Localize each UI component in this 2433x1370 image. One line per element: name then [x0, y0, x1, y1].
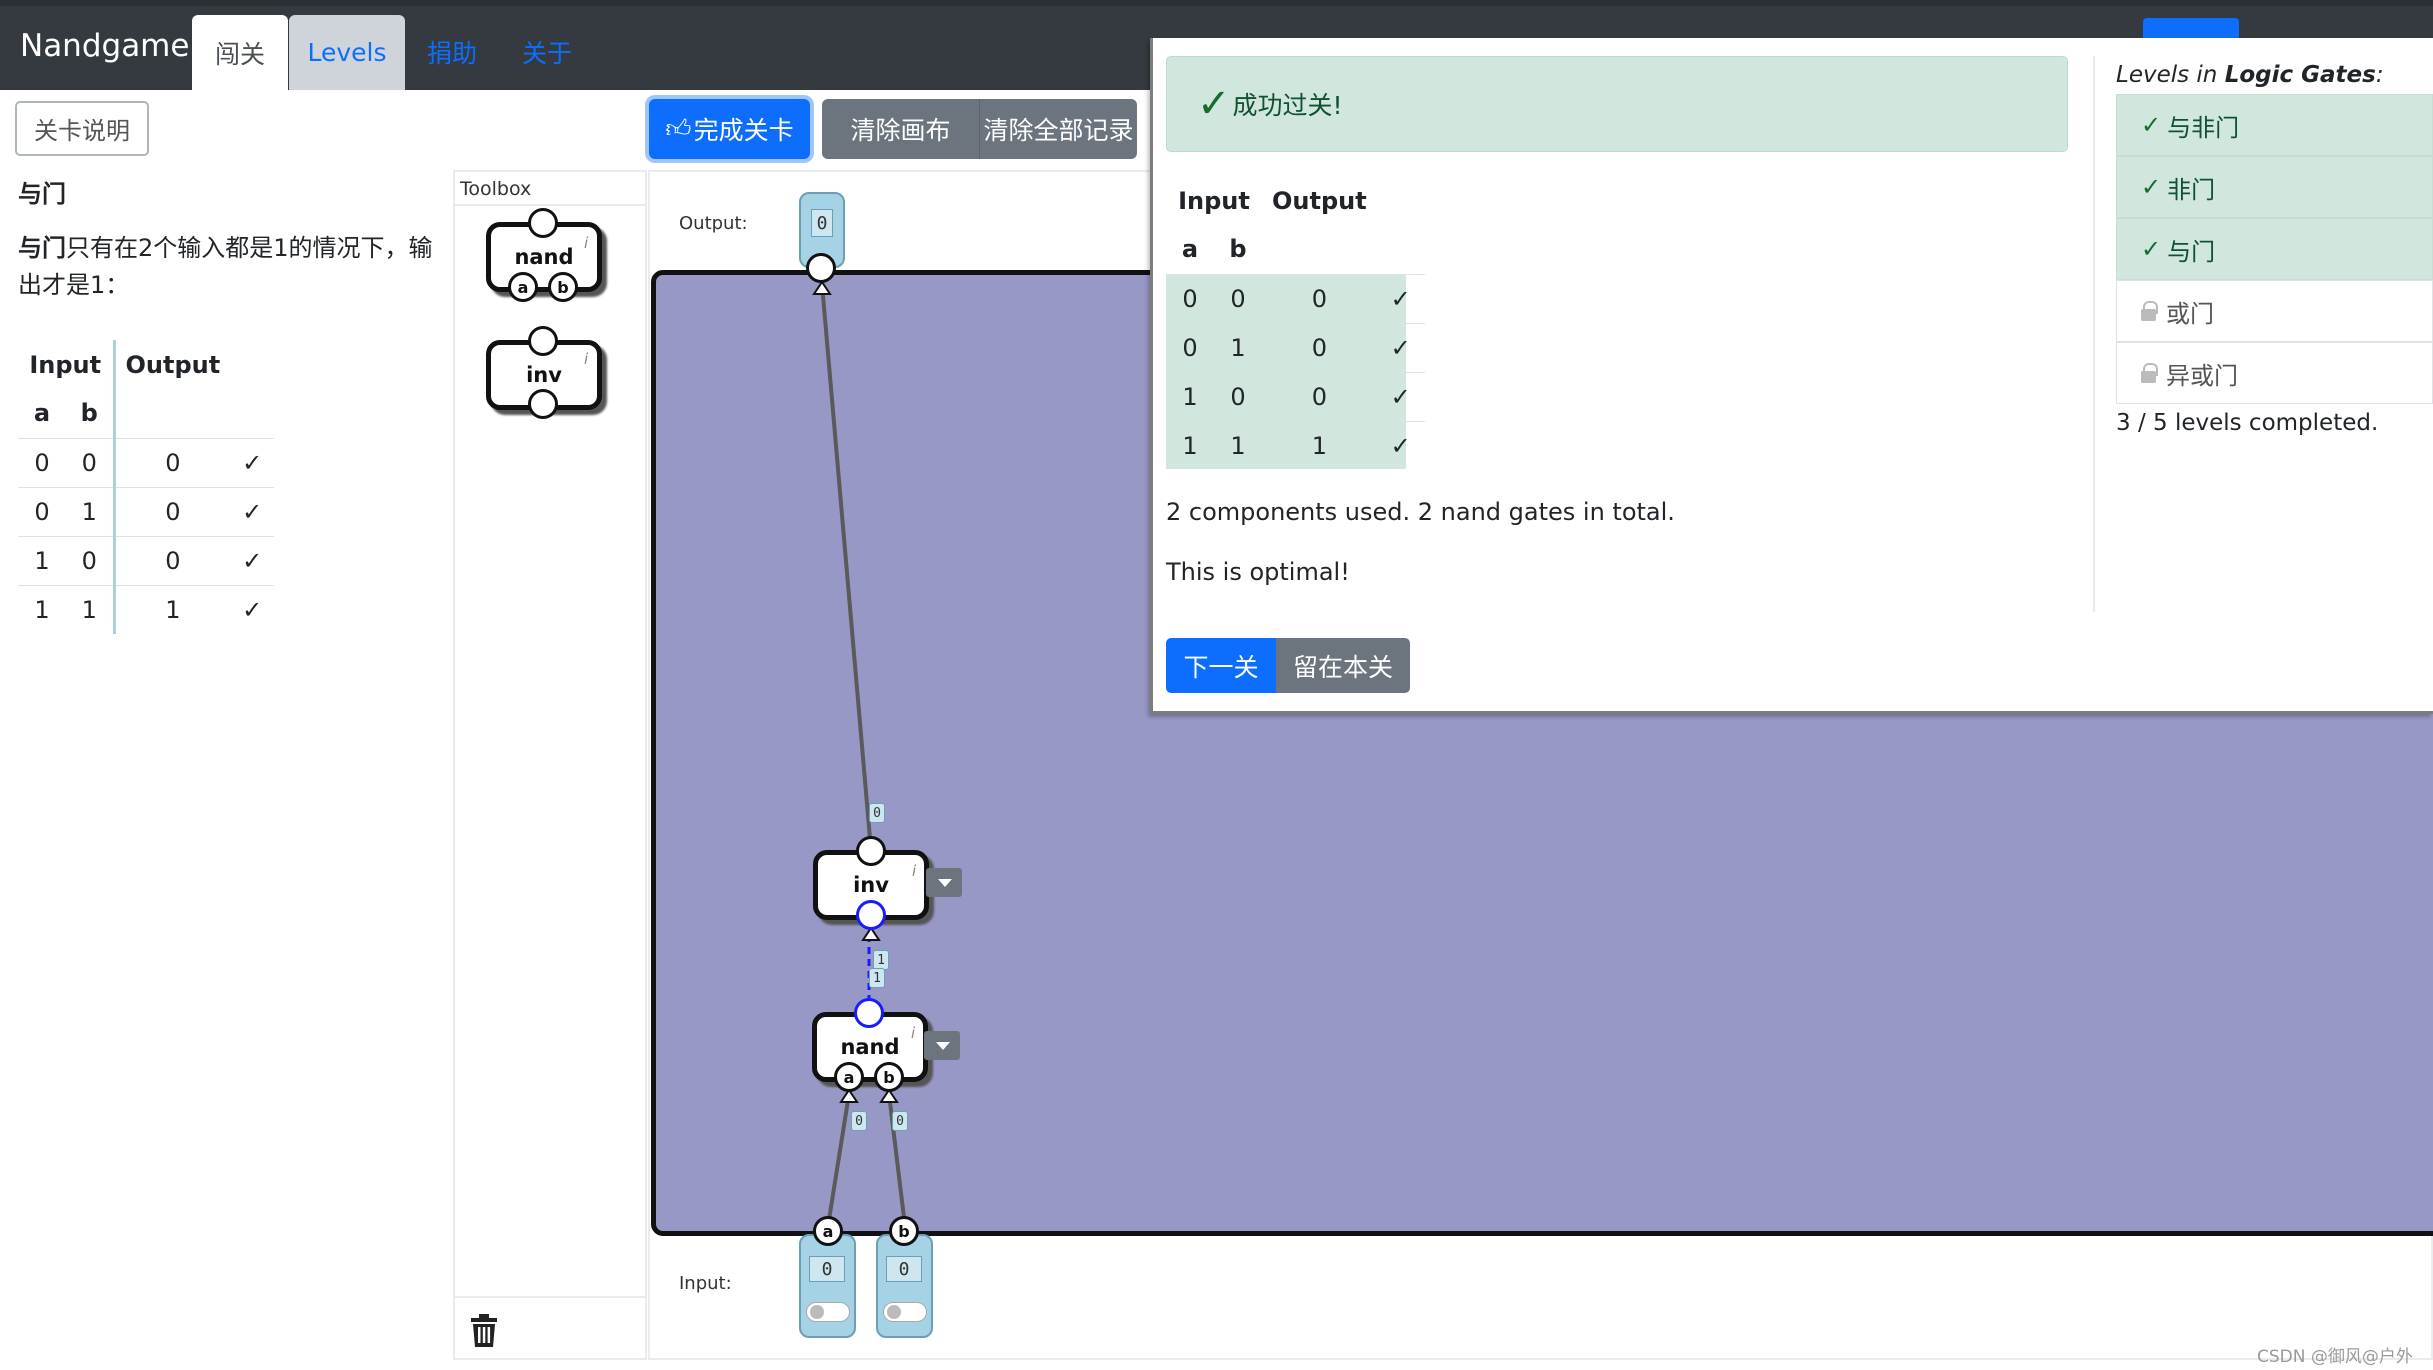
table-cell: 0	[1262, 371, 1377, 421]
levels-completed-count: 3 / 5 levels completed.	[2116, 410, 2379, 436]
level-item-or[interactable]: 或门	[2116, 280, 2433, 342]
table-cell: 0	[1166, 273, 1214, 323]
table-row: 0 1 0 ✓	[1166, 322, 1425, 372]
check-icon: ✓	[1376, 273, 1425, 323]
table-cell: 0	[1214, 273, 1262, 323]
wire-value-label: 1	[869, 968, 885, 988]
table-cell: 0	[1262, 273, 1377, 323]
level-item-label: 非门	[2167, 175, 2216, 204]
levels-divider	[2093, 56, 2095, 612]
truth-table-output-header: Output	[1272, 186, 1367, 215]
table-cell: 1	[1166, 371, 1214, 421]
check-icon: ✓	[2141, 173, 2162, 201]
input-pin-b[interactable]: b	[874, 1062, 904, 1092]
output-pin[interactable]	[856, 836, 886, 866]
chevron-down-icon[interactable]	[926, 868, 962, 897]
wire-value-label: 1	[873, 950, 889, 970]
thumbs-up-icon: 👍︎	[665, 114, 692, 143]
check-icon: ✓	[1376, 371, 1425, 421]
levels-header-group: Logic Gates	[2224, 62, 2376, 88]
truth-table-input-header: Input	[1178, 186, 1250, 215]
table-cell: 0	[1166, 322, 1214, 372]
level-item-and[interactable]: ✓ 与门	[2116, 218, 2433, 280]
gate-label: inv	[853, 873, 889, 897]
check-icon: ✓	[2141, 235, 2162, 263]
level-item-not[interactable]: ✓ 非门	[2116, 156, 2433, 218]
lock-icon	[2141, 363, 2158, 383]
truth-table-popup: Input Output a b 0 0 0 ✓ 0 1 0 ✓ 1 0 0 ✓…	[1166, 176, 1425, 470]
level-item-label: 与门	[2167, 237, 2216, 266]
table-cell: 0	[1262, 322, 1377, 372]
success-message: 成功过关!	[1232, 91, 1343, 120]
wire-value-label: 0	[851, 1111, 867, 1131]
complete-level-label: 完成关卡	[693, 116, 794, 145]
levels-header: Levels in Logic Gates:	[2116, 62, 2384, 88]
output-node-pin[interactable]	[806, 253, 836, 283]
table-row: 1 1 1 ✓	[1166, 420, 1425, 470]
input-node-pin-a[interactable]: a	[813, 1216, 843, 1246]
truth-table-col-b: b	[1229, 235, 1247, 264]
info-icon[interactable]: i	[911, 1024, 915, 1042]
table-cell: 0	[1214, 371, 1262, 421]
complete-level-button[interactable]: 👍︎ 完成关卡	[649, 99, 810, 159]
input-pin[interactable]	[856, 900, 886, 930]
stay-level-button[interactable]: 留在本关	[1276, 638, 1410, 693]
components-summary: 2 components used. 2 nand gates in total…	[1166, 498, 1675, 526]
truth-table-col-a: a	[1181, 235, 1199, 264]
wire-value-label: 0	[892, 1111, 908, 1131]
level-item-label: 或门	[2166, 299, 2214, 328]
next-level-button[interactable]: 下一关	[1166, 638, 1276, 693]
table-cell: 1	[1262, 420, 1377, 470]
table-row: 0 0 0 ✓	[1166, 273, 1425, 323]
chevron-down-icon[interactable]	[924, 1031, 960, 1060]
lock-icon	[2141, 301, 2158, 321]
levels-header-prefix: Levels in	[2116, 62, 2225, 88]
table-cell: 1	[1214, 420, 1262, 470]
table-cell: 1	[1166, 420, 1214, 470]
gate-label: nand	[840, 1035, 900, 1059]
clear-canvas-button[interactable]: 清除画布	[822, 99, 980, 159]
wire-a-to-nand	[826, 1093, 851, 1227]
clear-all-button[interactable]: 清除全部记录	[980, 99, 1137, 159]
wire-value-label: 0	[869, 803, 885, 823]
clear-button-group: 清除画布 清除全部记录	[822, 99, 1137, 159]
watermark: CSDN @御风@户外	[2257, 1347, 2413, 1367]
level-item-xor[interactable]: 异或门	[2116, 342, 2433, 404]
levels-header-suffix: :	[2375, 62, 2384, 88]
table-cell: 1	[1214, 322, 1262, 372]
check-icon: ✓	[1197, 81, 1231, 127]
wire-inv-to-output	[820, 283, 873, 851]
check-icon: ✓	[2141, 111, 2162, 139]
optimal-message: This is optimal!	[1166, 558, 1350, 586]
table-row: 1 0 0 ✓	[1166, 371, 1425, 421]
arrow-icon	[812, 280, 832, 295]
input-node-pin-b[interactable]: b	[889, 1216, 919, 1246]
input-pin-a[interactable]: a	[834, 1062, 864, 1092]
check-icon: ✓	[1376, 322, 1425, 372]
info-icon[interactable]: i	[912, 862, 916, 880]
success-alert: ✓ 成功过关!	[1166, 56, 2068, 152]
level-item-label: 异或门	[2166, 361, 2238, 390]
check-icon: ✓	[1376, 420, 1425, 470]
level-item-label: 与非门	[2167, 113, 2240, 142]
level-item-nand[interactable]: ✓ 与非门	[2116, 94, 2433, 156]
output-pin[interactable]	[854, 998, 884, 1028]
